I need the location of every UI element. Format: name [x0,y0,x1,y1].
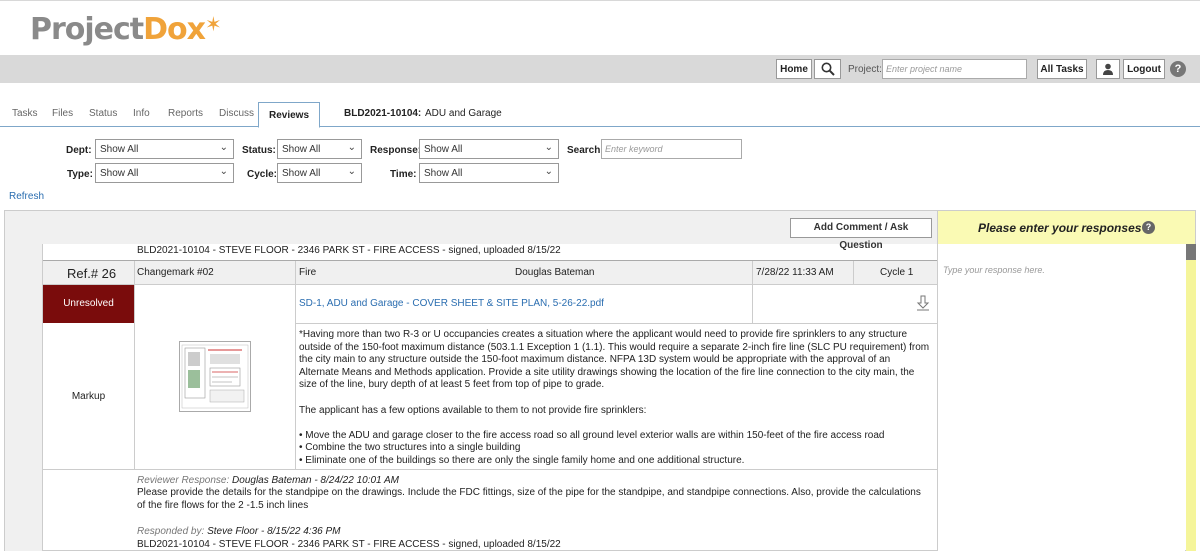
project-code: BLD2021-10104: [344,108,422,119]
attachment-link[interactable]: SD-1, ADU and Garage - COVER SHEET & SIT… [299,298,604,309]
scrollbar-thumb[interactable] [1186,244,1196,260]
markup-thumbnail[interactable] [179,341,251,412]
responded-by-meta: Responded by: Steve Floor - 8/15/22 4:36… [137,526,341,537]
user-icon [1103,63,1113,75]
response-placeholder: Type your response here. [943,265,1045,275]
tab-info[interactable]: Info [133,108,150,119]
dept-label: Dept: [66,145,92,156]
search-button[interactable] [814,59,841,79]
search-icon [821,62,835,76]
reviewer-response-text: Please provide the details for the stand… [137,487,921,511]
column-divider [134,261,135,285]
row-divider [295,323,937,324]
home-button[interactable]: Home [776,59,812,79]
comment-header-row: Ref.# 26 Changemark #02 Fire Douglas Bat… [43,260,937,285]
panel-header: Add Comment / Ask Question [5,211,937,251]
status-filter-label: Status: [242,145,276,156]
column-divider [295,285,296,469]
responses-header: Please enter your responses ? [937,211,1195,244]
review-panel: Add Comment / Ask Question Please enter … [4,210,1196,551]
chevron-down-icon: ⌄ [347,142,356,153]
column-divider [853,261,854,285]
top-border [0,0,1200,4]
search-label: Search: [567,145,604,156]
help-icon[interactable]: ? [1142,221,1155,234]
responses-title: Please enter your responses [978,221,1142,235]
tab-reviews[interactable]: Reviews [258,102,321,128]
chevron-down-icon: ⌄ [219,142,228,153]
time-label: Time: [390,169,417,180]
help-icon[interactable]: ? [1170,61,1186,77]
response-select[interactable]: Show All ⌄ [419,139,559,159]
status-select[interactable]: Show All ⌄ [277,139,362,159]
project-search-input[interactable]: Enter project name [882,59,1027,79]
comment-paragraph: The applicant has a few options availabl… [299,404,647,416]
status-badge: Unresolved [43,285,134,323]
row-gutter [5,244,43,551]
column-divider [752,261,753,285]
type-label: Type: [67,169,93,180]
responded-by-text: BLD2021-10104 - STEVE FLOOR - 2346 PARK … [137,539,561,550]
keyword-search-input[interactable]: Enter keyword [601,139,742,159]
comment-type: Markup [71,391,106,402]
project-name: ADU and Garage [425,108,502,119]
column-divider [134,285,135,469]
tab-discuss[interactable]: Discuss [219,108,254,119]
add-comment-button[interactable]: Add Comment / Ask Question [790,218,932,251]
response-label: Response: [370,145,422,156]
column-divider [295,261,296,285]
logout-button[interactable]: Logout [1123,59,1165,79]
ref-number: Ref.# 26 [67,266,117,281]
dept-select[interactable]: Show All ⌄ [95,139,234,159]
top-toolbar: Home Project: Enter project name All Tas… [0,55,1200,83]
changemark-label: Changemark #02 [137,267,214,278]
user-profile-button[interactable] [1096,59,1120,79]
column-divider [752,285,753,323]
previous-response-line: BLD2021-10104 - STEVE FLOOR - 2346 PARK … [137,245,561,256]
all-tasks-button[interactable]: All Tasks [1037,59,1087,79]
type-select[interactable]: Show All ⌄ [95,163,234,183]
comment-bullet: • Move the ADU and garage closer to the … [299,429,885,441]
projectdox-logo: ProjectDox✶ [30,12,222,47]
comment-bullet: • Eliminate one of the buildings so ther… [299,454,745,466]
cycle-select[interactable]: Show All ⌄ [277,163,362,183]
comment-bullet: • Combine the two structures into a sing… [299,442,521,454]
chevron-down-icon: ⌄ [219,166,228,177]
row-divider [43,469,937,470]
comment-date: 7/28/22 11:33 AM [756,267,834,278]
reviewer-response-meta: Reviewer Response: Douglas Bateman - 8/2… [137,475,399,486]
chevron-down-icon: ⌄ [544,166,553,177]
cycle-label: Cycle: [247,169,278,180]
tab-bar: Tasks Files Status Info Reports Discuss … [0,102,1200,128]
project-label: Project: [848,64,882,75]
tab-files[interactable]: Files [52,108,73,119]
tab-reports[interactable]: Reports [168,108,203,119]
reviewer-name: Douglas Bateman [515,267,595,278]
tab-status[interactable]: Status [89,108,117,119]
cycle-value: Cycle 1 [880,267,914,278]
response-input-area[interactable]: Type your response here. [937,244,1185,551]
comment-body: *Having more than two R-3 or U occupanci… [299,329,931,468]
refresh-link[interactable]: Refresh [9,191,44,202]
comment-paragraph: *Having more than two R-3 or U occupanci… [299,329,930,391]
logo-star-icon: ✶ [205,12,222,36]
time-select[interactable]: Show All ⌄ [419,163,559,183]
department: Fire [299,267,317,278]
tab-tasks[interactable]: Tasks [12,108,38,119]
chevron-down-icon: ⌄ [347,166,356,177]
chevron-down-icon: ⌄ [544,142,553,153]
response-scrollbar[interactable] [1186,244,1196,551]
download-icon[interactable] [916,295,930,311]
